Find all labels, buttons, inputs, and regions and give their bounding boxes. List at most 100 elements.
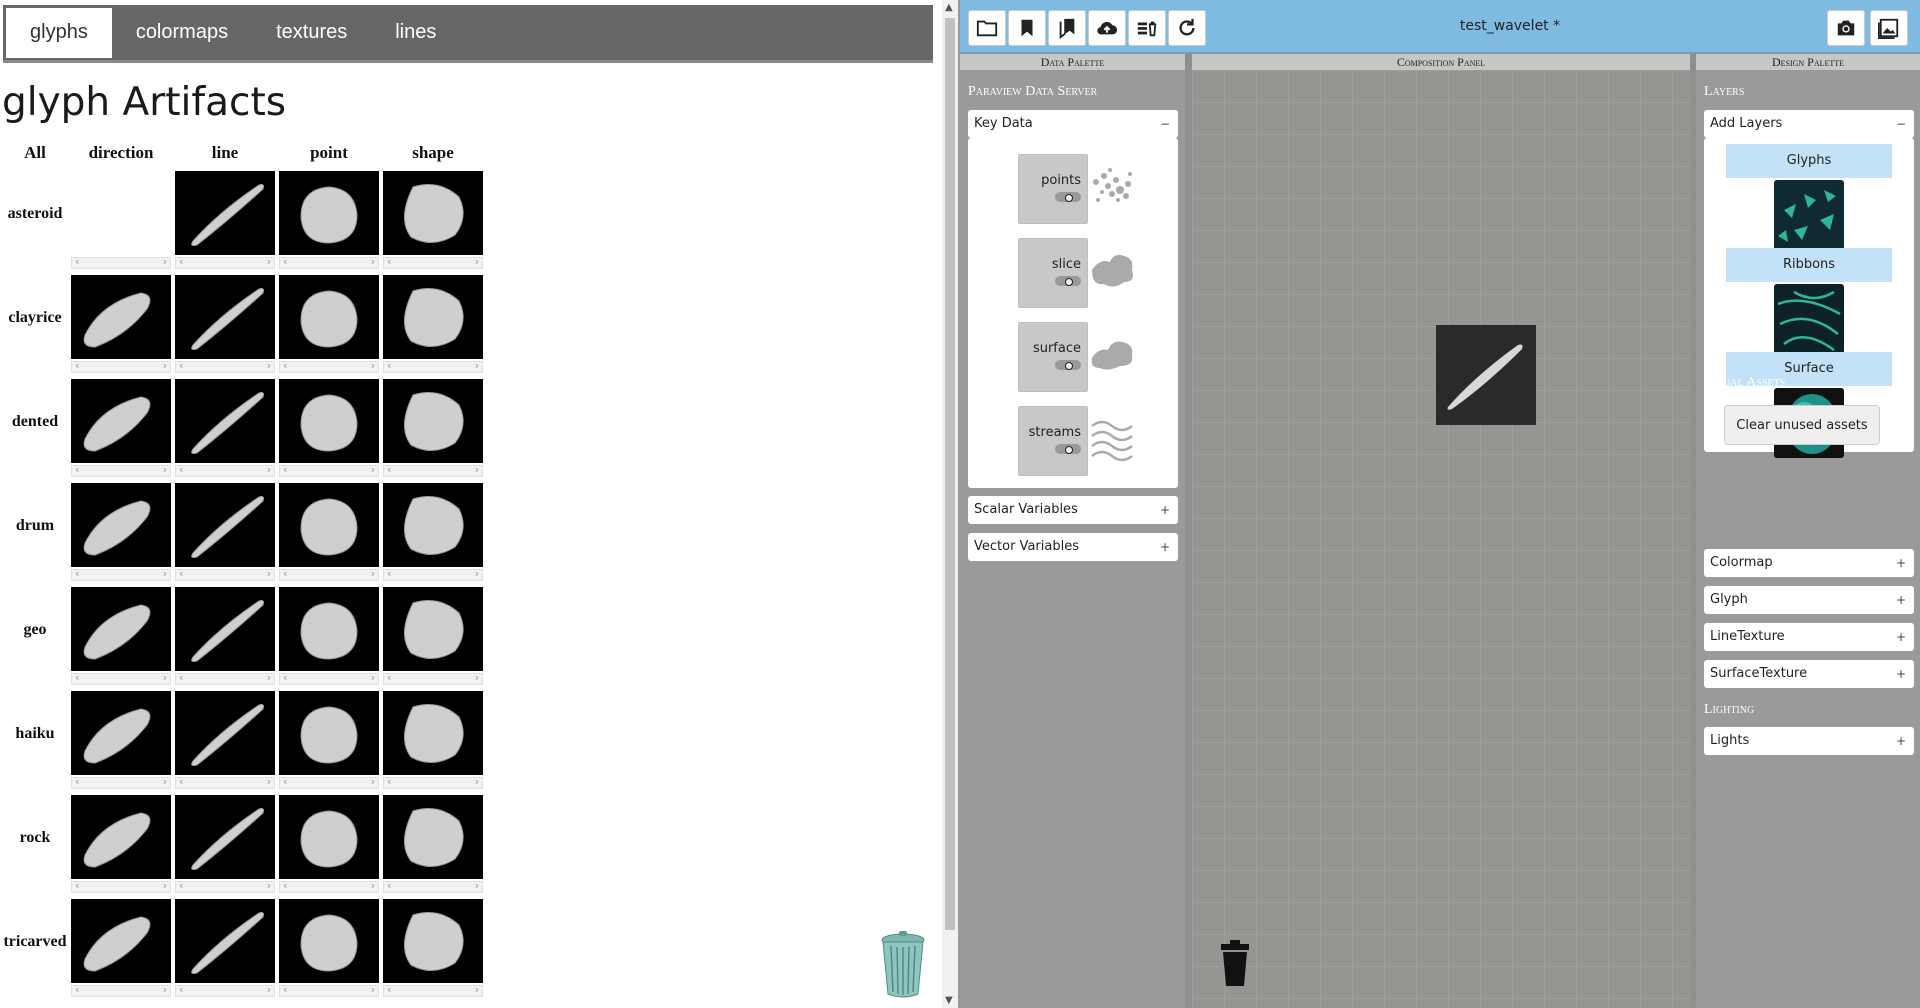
glyph-thumbnail-drum-direction[interactable] (71, 483, 171, 567)
scroll-right-arrow-icon[interactable]: › (475, 879, 479, 892)
toggle-icon[interactable] (1055, 192, 1081, 202)
thumbnail-scrollbar[interactable]: ‹ › (71, 255, 171, 269)
scroll-right-arrow-icon[interactable]: › (267, 567, 271, 580)
scroll-left-arrow-icon[interactable]: ‹ (283, 255, 287, 268)
glyph-thumbnail-clayrice-direction[interactable] (71, 275, 171, 359)
scroll-left-arrow-icon[interactable]: ‹ (283, 775, 287, 788)
scroll-right-arrow-icon[interactable]: › (163, 359, 167, 372)
expand-icon[interactable]: + (1896, 623, 1906, 651)
glyph-thumbnail-haiku-line[interactable] (175, 691, 275, 775)
layer-button-glyphs[interactable]: Glyphs (1726, 144, 1892, 178)
tab-lines[interactable]: lines (371, 8, 460, 58)
glyph-thumbnail-rock-shape[interactable] (383, 795, 483, 879)
glyph-thumbnail-drum-shape[interactable] (383, 483, 483, 567)
thumbnail-scrollbar[interactable]: ‹ › (175, 463, 275, 477)
scroll-right-arrow-icon[interactable]: › (475, 255, 479, 268)
scroll-right-arrow-icon[interactable]: › (475, 463, 479, 476)
scroll-thumb[interactable] (945, 18, 955, 930)
expand-icon[interactable]: + (1896, 586, 1906, 614)
glyph-thumbnail-drum-point[interactable] (279, 483, 379, 567)
thumbnail-scrollbar[interactable]: ‹ › (383, 463, 483, 477)
toggle-icon[interactable] (1055, 444, 1081, 454)
refresh-icon[interactable] (1168, 10, 1206, 46)
thumbnail-scrollbar[interactable]: ‹ › (71, 879, 171, 893)
scroll-left-arrow-icon[interactable]: ‹ (283, 567, 287, 580)
thumbnail-scrollbar[interactable]: ‹ › (175, 359, 275, 373)
thumbnail-scrollbar[interactable]: ‹ › (383, 671, 483, 685)
scroll-left-arrow-icon[interactable]: ‹ (387, 567, 391, 580)
tab-glyphs[interactable]: glyphs (6, 7, 112, 58)
thumbnail-scrollbar[interactable]: ‹ › (71, 359, 171, 373)
thumbnail-scrollbar[interactable]: ‹ › (71, 671, 171, 685)
thumbnail-scrollbar[interactable]: ‹ › (279, 671, 379, 685)
glyph-thumbnail-haiku-direction[interactable] (71, 691, 171, 775)
glyph-thumbnail-tricarved-direction[interactable] (71, 899, 171, 983)
scroll-left-arrow-icon[interactable]: ‹ (75, 567, 79, 580)
scroll-right-arrow-icon[interactable]: › (371, 567, 375, 580)
glyph-thumbnail-asteroid-point[interactable] (279, 171, 379, 255)
clear-unused-assets-button[interactable]: Clear unused assets (1724, 405, 1880, 445)
scroll-right-arrow-icon[interactable]: › (163, 983, 167, 996)
glyph-thumbnail-rock-line[interactable] (175, 795, 275, 879)
scroll-right-arrow-icon[interactable]: › (371, 359, 375, 372)
glyph-thumbnail-geo-line[interactable] (175, 587, 275, 671)
scroll-right-arrow-icon[interactable]: › (163, 879, 167, 892)
composition-glyph-artifact[interactable] (1436, 325, 1536, 425)
bookmarks-icon[interactable] (1048, 10, 1086, 46)
scroll-right-arrow-icon[interactable]: › (371, 463, 375, 476)
scroll-left-arrow-icon[interactable]: ‹ (283, 359, 287, 372)
tab-textures[interactable]: textures (252, 8, 371, 58)
thumbnail-scrollbar[interactable]: ‹ › (383, 359, 483, 373)
scroll-left-arrow-icon[interactable]: ‹ (179, 879, 183, 892)
scroll-right-arrow-icon[interactable]: › (267, 359, 271, 372)
thumbnail-scrollbar[interactable]: ‹ › (71, 983, 171, 997)
scroll-left-arrow-icon[interactable]: ‹ (387, 983, 391, 996)
thumbnail-scrollbar[interactable]: ‹ › (175, 983, 275, 997)
thumbnail-scrollbar[interactable]: ‹ › (383, 879, 483, 893)
thumbnail-scrollbar[interactable]: ‹ › (279, 359, 379, 373)
thumbnail-scrollbar[interactable]: ‹ › (175, 775, 275, 789)
scroll-right-arrow-icon[interactable]: › (163, 671, 167, 684)
scroll-left-arrow-icon[interactable]: ‹ (387, 359, 391, 372)
scroll-right-arrow-icon[interactable]: › (371, 775, 375, 788)
scroll-left-arrow-icon[interactable]: ‹ (387, 879, 391, 892)
vector-variables-accordion[interactable]: Vector Variables + (968, 533, 1178, 561)
scroll-right-arrow-icon[interactable]: › (475, 775, 479, 788)
thumbnail-scrollbar[interactable]: ‹ › (279, 463, 379, 477)
scroll-left-arrow-icon[interactable]: ‹ (179, 359, 183, 372)
scroll-left-arrow-icon[interactable]: ‹ (75, 775, 79, 788)
scroll-left-arrow-icon[interactable]: ‹ (283, 463, 287, 476)
thumbnail-scrollbar[interactable]: ‹ › (279, 983, 379, 997)
thumbnail-scrollbar[interactable]: ‹ › (383, 255, 483, 269)
glyph-thumbnail-tricarved-line[interactable] (175, 899, 275, 983)
thumbnail-scrollbar[interactable]: ‹ › (383, 775, 483, 789)
thumbnail-scrollbar[interactable]: ‹ › (383, 567, 483, 581)
composition-panel[interactable] (1192, 70, 1690, 1008)
asset-accordion-surfacetexture[interactable]: SurfaceTexture + (1704, 660, 1914, 688)
glyph-thumbnail-geo-shape[interactable] (383, 587, 483, 671)
scalar-variables-accordion[interactable]: Scalar Variables + (968, 496, 1178, 524)
thumbnail-scrollbar[interactable]: ‹ › (279, 567, 379, 581)
glyph-thumbnail-dented-line[interactable] (175, 379, 275, 463)
trash-icon[interactable] (1220, 940, 1250, 986)
scroll-left-arrow-icon[interactable]: ‹ (283, 671, 287, 684)
scroll-left-arrow-icon[interactable]: ‹ (387, 255, 391, 268)
expand-icon[interactable]: + (1160, 496, 1170, 524)
scroll-left-arrow-icon[interactable]: ‹ (387, 671, 391, 684)
scroll-right-arrow-icon[interactable]: › (371, 255, 375, 268)
layer-button-ribbons[interactable]: Ribbons (1726, 248, 1892, 282)
expand-icon[interactable]: + (1896, 660, 1906, 688)
lights-accordion[interactable]: Lights + (1704, 727, 1914, 755)
bookmark-icon[interactable] (1008, 10, 1046, 46)
scroll-right-arrow-icon[interactable]: › (475, 983, 479, 996)
scroll-left-arrow-icon[interactable]: ‹ (75, 671, 79, 684)
thumbnail-scrollbar[interactable]: ‹ › (71, 567, 171, 581)
glyph-thumbnail-geo-point[interactable] (279, 587, 379, 671)
asset-accordion-colormap[interactable]: Colormap + (1704, 549, 1914, 577)
scroll-right-arrow-icon[interactable]: › (371, 671, 375, 684)
data-item-points[interactable]: points (1018, 154, 1088, 224)
glyph-thumbnail-asteroid-shape[interactable] (383, 171, 483, 255)
scroll-right-arrow-icon[interactable]: › (267, 983, 271, 996)
image-icon[interactable] (1870, 10, 1908, 46)
scroll-left-arrow-icon[interactable]: ‹ (75, 359, 79, 372)
